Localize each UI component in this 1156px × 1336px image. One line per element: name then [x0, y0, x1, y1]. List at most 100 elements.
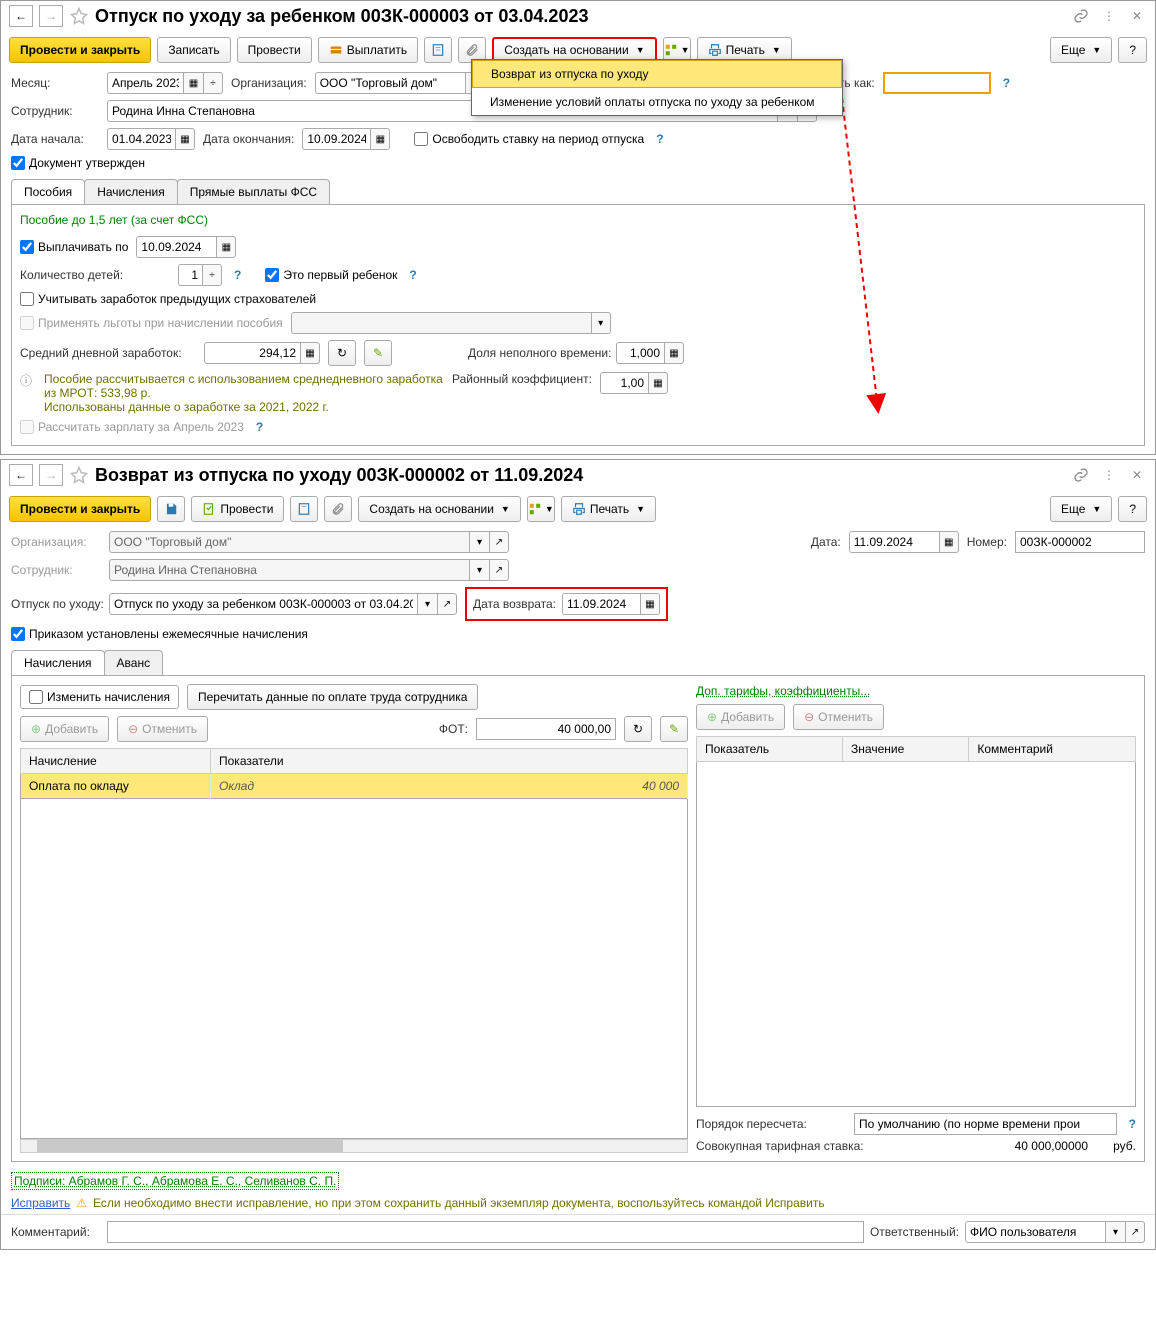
- part-time-input[interactable]: ▦: [616, 342, 684, 364]
- more-button[interactable]: Еще▼: [1050, 37, 1112, 63]
- create-based-button[interactable]: Создать на основании▼: [358, 496, 520, 522]
- reread-button[interactable]: Перечитать данные по оплате труда сотруд…: [187, 684, 478, 710]
- calendar-icon[interactable]: ▦: [370, 128, 390, 150]
- chevron-down-icon[interactable]: ▾: [1105, 1221, 1125, 1243]
- nav-back-button[interactable]: ←: [9, 464, 33, 486]
- print-button[interactable]: Печать▼: [561, 496, 656, 522]
- hint-icon[interactable]: ?: [1129, 1117, 1136, 1131]
- table-row[interactable]: Оплата по окладу Оклад 40 000: [21, 774, 688, 799]
- link-icon[interactable]: [1071, 465, 1091, 485]
- fot-input[interactable]: [476, 718, 616, 740]
- employee-input[interactable]: ▾ ↗: [109, 559, 509, 581]
- open-icon[interactable]: ↗: [489, 559, 509, 581]
- nav-back-button[interactable]: ←: [9, 5, 33, 27]
- avg-daily-input[interactable]: ▦: [204, 342, 320, 364]
- close-icon[interactable]: ✕: [1127, 6, 1147, 26]
- date-input[interactable]: ▦: [849, 531, 959, 553]
- benefits-select[interactable]: ▾: [291, 312, 611, 334]
- edit-icon-button[interactable]: ✎: [364, 340, 392, 366]
- dropdown-item-change-conditions[interactable]: Изменение условий оплаты отпуска по уход…: [472, 88, 842, 115]
- write-button[interactable]: Записать: [157, 37, 230, 63]
- pay-button[interactable]: Выплатить: [318, 37, 419, 63]
- tab-accruals[interactable]: Начисления: [84, 179, 178, 204]
- tab-fss-payments[interactable]: Прямые выплаты ФСС: [177, 179, 330, 204]
- post-and-close-button[interactable]: Провести и закрыть: [9, 37, 151, 63]
- star-icon[interactable]: [69, 6, 89, 26]
- report-icon-button[interactable]: [290, 496, 318, 522]
- post-button[interactable]: Провести: [237, 37, 312, 63]
- dropdown-item-return[interactable]: Возврат из отпуска по уходу: [472, 60, 842, 88]
- calculator-icon[interactable]: ▦: [300, 342, 320, 364]
- monthly-accruals-checkbox[interactable]: Приказом установлены ежемесячные начисле…: [11, 627, 308, 641]
- open-icon[interactable]: ↗: [489, 531, 509, 553]
- star-icon[interactable]: [69, 465, 89, 485]
- calendar-icon[interactable]: ▦: [175, 128, 195, 150]
- post-button[interactable]: Провести: [191, 496, 284, 522]
- report-icon-button[interactable]: [424, 37, 452, 63]
- add-button[interactable]: ⊕ Добавить: [20, 716, 109, 742]
- month-input[interactable]: ▦ ÷: [107, 72, 223, 94]
- edit-icon-button[interactable]: ✎: [660, 716, 688, 742]
- nav-forward-button[interactable]: →: [39, 5, 63, 27]
- leave-input[interactable]: ▾ ↗: [109, 593, 457, 615]
- save-icon-button[interactable]: [157, 496, 185, 522]
- calculator-icon[interactable]: ▦: [648, 372, 668, 394]
- refresh-icon-button[interactable]: ↻: [624, 716, 652, 742]
- open-icon[interactable]: ↗: [1125, 1221, 1145, 1243]
- spinner-icon[interactable]: ÷: [203, 72, 223, 94]
- first-child-checkbox[interactable]: Это первый ребенок: [265, 268, 397, 282]
- calendar-icon[interactable]: ▦: [183, 72, 203, 94]
- link-icon[interactable]: [1071, 6, 1091, 26]
- scrollbar-horizontal[interactable]: [20, 1139, 688, 1153]
- cancel-button[interactable]: ⊖ Отменить: [793, 704, 884, 730]
- fix-link[interactable]: Исправить: [11, 1196, 70, 1210]
- hint-icon[interactable]: ?: [656, 132, 663, 146]
- help-button[interactable]: ?: [1118, 496, 1147, 522]
- kebab-icon[interactable]: ⋮: [1099, 6, 1119, 26]
- attachment-icon-button[interactable]: [324, 496, 352, 522]
- calendar-icon[interactable]: ▦: [640, 593, 660, 615]
- change-accruals-checkbox[interactable]: Изменить начисления: [20, 685, 179, 709]
- kebab-icon[interactable]: ⋮: [1099, 465, 1119, 485]
- calendar-icon[interactable]: ▦: [939, 531, 959, 553]
- chevron-down-icon[interactable]: ▾: [469, 531, 489, 553]
- end-date-input[interactable]: ▦: [302, 128, 390, 150]
- close-icon[interactable]: ✕: [1127, 465, 1147, 485]
- add-button[interactable]: ⊕ Добавить: [696, 704, 785, 730]
- approved-checkbox[interactable]: Документ утвержден: [11, 156, 145, 170]
- pay-until-checkbox[interactable]: Выплачивать по: [20, 240, 128, 254]
- spinner-icon[interactable]: ÷: [202, 264, 222, 286]
- chevron-down-icon[interactable]: ▾: [469, 559, 489, 581]
- refresh-icon-button[interactable]: ↻: [328, 340, 356, 366]
- cancel-button[interactable]: ⊖ Отменить: [117, 716, 208, 742]
- chevron-down-icon[interactable]: ▾: [591, 312, 611, 334]
- recalc-checkbox[interactable]: Рассчитать зарплату за Апрель 2023: [20, 420, 244, 434]
- tab-accruals[interactable]: Начисления: [11, 650, 105, 675]
- tab-benefits[interactable]: Пособия: [11, 179, 85, 204]
- calculator-icon[interactable]: ▦: [664, 342, 684, 364]
- region-coef-input[interactable]: ▦: [600, 372, 668, 394]
- paid-input[interactable]: [883, 72, 991, 94]
- post-and-close-button[interactable]: Провести и закрыть: [9, 496, 151, 522]
- more-button[interactable]: Еще▼: [1050, 496, 1112, 522]
- start-date-input[interactable]: ▦: [107, 128, 195, 150]
- hint-icon[interactable]: ?: [1003, 76, 1010, 90]
- open-icon[interactable]: ↗: [437, 593, 457, 615]
- number-input[interactable]: [1015, 531, 1145, 553]
- hint-icon[interactable]: ?: [234, 268, 241, 282]
- hint-icon[interactable]: ?: [409, 268, 416, 282]
- return-date-input[interactable]: ▦: [562, 593, 660, 615]
- children-stepper[interactable]: ÷: [178, 264, 222, 286]
- apply-benefits-checkbox[interactable]: Применять льготы при начислении пособия: [20, 316, 283, 330]
- nav-forward-button[interactable]: →: [39, 464, 63, 486]
- pay-until-date[interactable]: ▦: [136, 236, 236, 258]
- comment-input[interactable]: [107, 1221, 864, 1243]
- recalc-order-input[interactable]: [854, 1113, 1117, 1135]
- extra-tariffs-link[interactable]: Доп. тарифы, коэффициенты...: [696, 684, 870, 698]
- signatures-link[interactable]: Подписи: Абрамов Г. С., Абрамова Е. С., …: [11, 1172, 339, 1190]
- chevron-down-icon[interactable]: ▾: [417, 593, 437, 615]
- prev-employers-checkbox[interactable]: Учитывать заработок предыдущих страховат…: [20, 292, 316, 306]
- structure-icon-button[interactable]: ▼: [527, 496, 555, 522]
- responsible-input[interactable]: ▾ ↗: [965, 1221, 1145, 1243]
- hint-icon[interactable]: ?: [256, 420, 263, 434]
